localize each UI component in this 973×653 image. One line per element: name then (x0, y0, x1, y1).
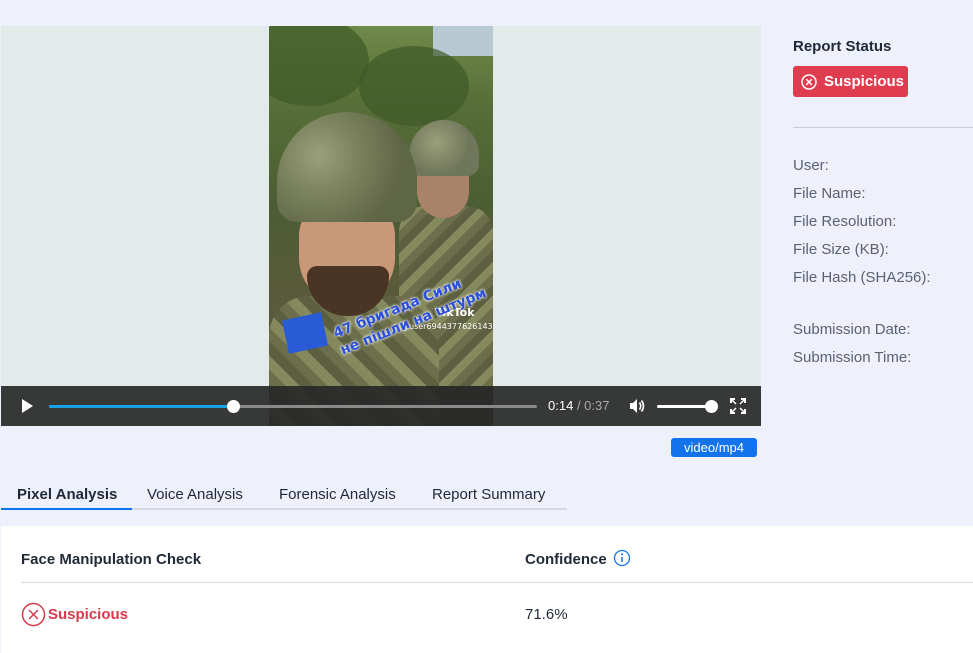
fullscreen-icon[interactable] (730, 398, 746, 414)
meta-file-hash-label: File Hash (SHA256): (793, 269, 931, 286)
meta-file-resolution-label: File Resolution: (793, 213, 897, 230)
column-header-confidence: Confidence (525, 551, 607, 568)
seek-bar-fill (49, 405, 234, 408)
divider (793, 127, 973, 128)
meta-file-size-label: File Size (KB): (793, 241, 889, 258)
active-tab-indicator (1, 508, 132, 510)
video-soldier-back-helmet (409, 120, 479, 176)
circle-x-icon (801, 73, 817, 90)
volume-icon[interactable] (628, 397, 646, 415)
info-icon[interactable] (613, 549, 631, 567)
column-header-check: Face Manipulation Check (21, 551, 202, 568)
video-player[interactable]: TikTok @user6944377626143 47 бригада Сил… (1, 26, 761, 426)
result-label: Suspicious (48, 606, 129, 623)
report-status-title: Report Status (793, 38, 892, 55)
tab-forensic-analysis[interactable]: Forensic Analysis (279, 486, 396, 503)
meta-submission-date-label: Submission Date: (793, 321, 911, 338)
tab-pixel-analysis[interactable]: Pixel Analysis (17, 486, 117, 503)
meta-file-name-label: File Name: (793, 185, 866, 202)
header-divider (21, 582, 973, 583)
seek-bar-handle[interactable] (227, 400, 241, 413)
analysis-tabs: Pixel Analysis Voice Analysis Forensic A… (1, 480, 567, 510)
volume-slider-handle[interactable] (705, 400, 718, 413)
report-status-label: Suspicious (824, 73, 905, 90)
duration: / 0:37 (576, 398, 610, 413)
time-display: 0:14 / 0:37 (548, 398, 609, 413)
meta-submission-time-label: Submission Time: (793, 349, 912, 366)
video-frame[interactable]: TikTok @user6944377626143 47 бригада Сил… (269, 26, 493, 426)
video-soldier-front-helmet (277, 112, 417, 222)
table-row-result: Suspicious (21, 602, 128, 627)
report-status-badge: Suspicious (793, 66, 908, 97)
meta-user-label: User: (793, 157, 829, 174)
video-controls: 0:14 / 0:37 (1, 386, 761, 426)
play-icon[interactable] (19, 398, 35, 414)
video-foliage (359, 46, 469, 126)
tab-voice-analysis[interactable]: Voice Analysis (147, 486, 243, 503)
volume-slider[interactable] (657, 405, 711, 408)
circle-x-icon (21, 602, 46, 627)
video-foliage (269, 26, 369, 106)
current-time: 0:14 (548, 398, 574, 413)
tab-report-summary[interactable]: Report Summary (432, 486, 545, 503)
confidence-value: 71.6% (525, 606, 568, 623)
results-table: Face Manipulation Check Confidence Suspi… (1, 526, 973, 653)
mime-type-badge: video/mp4 (671, 438, 757, 457)
seek-bar[interactable] (49, 400, 537, 413)
